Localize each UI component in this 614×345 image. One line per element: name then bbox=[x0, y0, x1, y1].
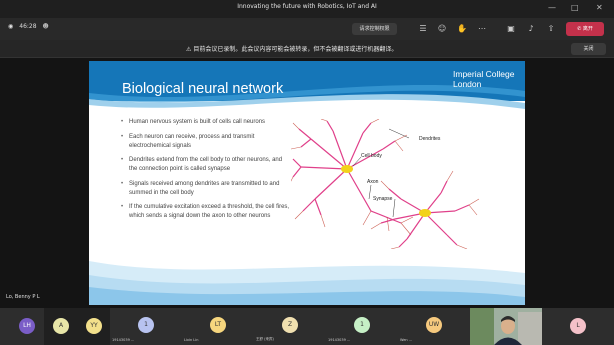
bullet-item: Dendrites extend from the cell body to o… bbox=[121, 156, 291, 174]
brand-line-1: Imperial College bbox=[453, 69, 515, 79]
meeting-timer: 46:28 bbox=[19, 23, 37, 30]
label-dendrites: Dendrites bbox=[419, 136, 441, 142]
cell-body-upper bbox=[341, 165, 353, 173]
presenter-video-tile[interactable] bbox=[470, 308, 542, 345]
participant-tile[interactable]: 1 19143039 ... bbox=[110, 308, 182, 345]
avatar: 1 bbox=[354, 317, 370, 333]
more-options-icon[interactable]: ⋯ bbox=[476, 23, 488, 35]
bullet-item: Human nervous system is built of cells c… bbox=[121, 118, 291, 127]
bullet-item: Signals received among dendrites are tra… bbox=[121, 180, 291, 198]
reactions-icon[interactable]: ☺ bbox=[436, 23, 448, 35]
recording-notice: ⚠ 目前会议已录制。此会议内容可能会被转录，但不会被翻译或进行机器翻译。 bbox=[186, 44, 397, 53]
participant-name: 王舒 (来宾) bbox=[256, 337, 274, 341]
phone-icon: ✆ bbox=[577, 26, 582, 32]
participant-tile[interactable]: L bbox=[542, 308, 614, 345]
imperial-logo: Imperial College London bbox=[453, 69, 514, 89]
avatar: LT bbox=[210, 317, 226, 333]
toolbar-left: ◉ 46:28 ☻ bbox=[8, 23, 49, 30]
participant-tile[interactable]: Z 王舒 (来宾) bbox=[254, 308, 326, 345]
avatar: A bbox=[53, 318, 69, 334]
title-bar: Innovating the future with Robotics, IoT… bbox=[0, 0, 614, 18]
raise-hand-icon[interactable]: ✋ bbox=[456, 23, 468, 35]
recording-notice-text: 目前会议已录制。此会议内容可能会被转录，但不会被翻译或进行机器翻译。 bbox=[193, 46, 398, 53]
avatar: L bbox=[570, 318, 586, 334]
window-title: Innovating the future with Robotics, IoT… bbox=[237, 3, 377, 10]
maximize-icon[interactable]: □ bbox=[571, 2, 579, 14]
request-control-button[interactable]: 请求控制权限 bbox=[352, 23, 397, 35]
label-cell-body: Cell body bbox=[361, 153, 382, 159]
microphone-icon[interactable]: ♪ bbox=[525, 23, 537, 35]
participant-tile[interactable]: LT Lixin Lin bbox=[182, 308, 254, 345]
avatar: YY bbox=[86, 318, 102, 334]
participant-tile[interactable]: LH bbox=[0, 308, 44, 345]
participant-name: 19143039 ... bbox=[328, 338, 351, 342]
avatar: 1 bbox=[138, 317, 154, 333]
shared-content-stage: Biological neural network Imperial Colle… bbox=[0, 58, 614, 308]
participant-name: Lixin Lin bbox=[184, 338, 199, 342]
neuron-diagram bbox=[291, 119, 480, 249]
presenter-name: Lo, Benny P L bbox=[6, 294, 40, 300]
leave-label: 离开 bbox=[582, 26, 593, 32]
teams-meeting-window: Innovating the future with Robotics, IoT… bbox=[0, 0, 614, 345]
cell-body-lower bbox=[419, 209, 431, 217]
label-pointers bbox=[352, 128, 410, 218]
share-screen-icon[interactable]: ⇧ bbox=[545, 23, 557, 35]
participant-tile[interactable]: YY bbox=[78, 308, 110, 345]
record-icon: ◉ bbox=[8, 23, 14, 30]
avatar: LH bbox=[19, 318, 35, 334]
close-window-icon[interactable]: ✕ bbox=[596, 2, 603, 14]
chat-icon[interactable]: ☰ bbox=[417, 23, 429, 35]
minimize-icon[interactable]: — bbox=[548, 2, 556, 14]
participant-name: 19143039 ... bbox=[112, 338, 135, 342]
participant-name: Wen ... bbox=[400, 338, 413, 342]
presentation-slide: Biological neural network Imperial Colle… bbox=[89, 61, 525, 305]
label-axon: Axon bbox=[367, 179, 379, 185]
people-icon[interactable]: ☻ bbox=[43, 23, 49, 30]
label-synapse: Synapse bbox=[373, 196, 393, 202]
participant-tile[interactable]: UW Wen ... bbox=[398, 308, 470, 345]
brand-line-2: London bbox=[453, 79, 482, 89]
presenter-video-feed bbox=[470, 308, 542, 345]
participant-tile[interactable]: A bbox=[44, 308, 78, 345]
leave-button[interactable]: ✆ 离开 bbox=[566, 22, 604, 36]
bullet-list: Human nervous system is built of cells c… bbox=[121, 118, 291, 227]
bullet-item: Each neuron can receive, process and tra… bbox=[121, 133, 291, 151]
avatar: UW bbox=[426, 317, 442, 333]
participant-tile[interactable]: 1 19143039 ... bbox=[326, 308, 398, 345]
recording-banner: ⚠ 目前会议已录制。此会议内容可能会被转录，但不会被翻译或进行机器翻译。 关闭 bbox=[0, 40, 614, 58]
footer-wave-graphic bbox=[89, 261, 525, 305]
avatar: Z bbox=[282, 317, 298, 333]
dismiss-banner-button[interactable]: 关闭 bbox=[571, 43, 606, 55]
info-icon: ⚠ bbox=[186, 46, 192, 53]
bullet-item: If the cumulative excitation exceed a th… bbox=[121, 203, 291, 221]
meeting-toolbar: ◉ 46:28 ☻ 请求控制权限 ☰ ☺ ✋ ⋯ ▣ ♪ ⇧ ✆ 离开 bbox=[0, 18, 614, 40]
camera-icon[interactable]: ▣ bbox=[505, 23, 517, 35]
slide-title: Biological neural network bbox=[122, 81, 284, 97]
